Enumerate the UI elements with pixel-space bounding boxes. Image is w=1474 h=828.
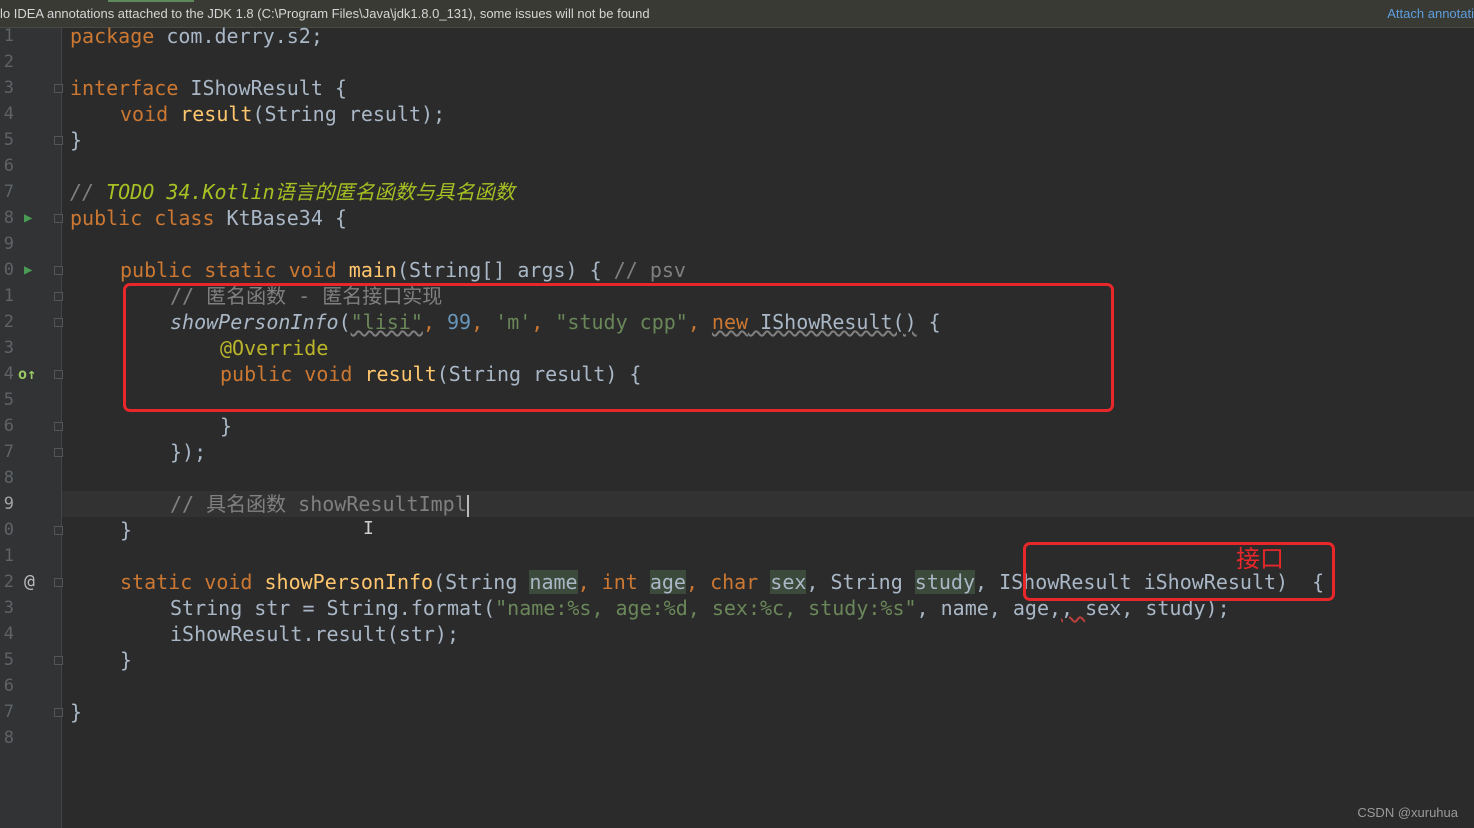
override-icon[interactable]: o↑ [18,361,36,387]
code-line-17: }); [170,440,207,464]
code-line-16: } [220,414,233,438]
line-number: 8 [3,728,14,748]
code-line-5: } [70,128,83,152]
code-editor[interactable]: package com.derry.s2; interface IShowRes… [62,24,1474,828]
editor-gutter[interactable]: 1 2 3 4 5 6 7 8 9 0 1 2 3 4 5 6 7 8 9 0 … [0,26,63,828]
code-line-25: } [120,648,133,672]
line-number: 5 [3,390,14,410]
code-line-1: package com.derry.s2; [70,24,323,48]
line-number: 0 [3,520,14,540]
at-icon[interactable]: @ [24,569,35,595]
line-number: 7 [3,702,14,722]
run-icon[interactable]: ▶ [24,257,32,283]
interface-label: 接口 [1236,545,1284,573]
anonymous-impl-highlight-box [123,283,1114,412]
line-number: 4 [3,364,14,384]
line-number: 3 [3,78,14,98]
code-line-3: interface IShowResult { [70,76,347,100]
line-number: 5 [3,130,14,150]
line-number: 1 [3,286,14,306]
code-line-8: public class KtBase34 { [70,206,347,230]
line-number: 7 [3,182,14,202]
text-caret [466,494,469,517]
line-number: 2 [3,312,14,332]
line-number: 4 [3,624,14,644]
line-number: 2 [3,572,14,592]
line-number: 6 [3,156,14,176]
code-line-10: public static void main(String[] args) {… [120,258,686,282]
line-number: 8 [3,468,14,488]
attach-annotations-link[interactable]: Attach annotati [1387,0,1474,27]
line-number: 7 [3,442,14,462]
ide-window: lo IDEA annotations attached to the JDK … [0,0,1474,828]
text-cursor-icon: I [363,518,374,539]
line-number: 8 [3,208,14,228]
code-line-19: // 具名函数 showResultImpl [170,492,469,517]
line-number: 3 [3,338,14,358]
line-number-current: 9 [3,494,14,514]
line-number: 2 [3,52,14,72]
code-line-4: void result(String result); [120,102,446,126]
line-number: 1 [3,546,14,566]
line-number: 9 [3,234,14,254]
code-line-20: } [120,518,133,542]
tab-indicator [108,0,194,2]
interface-param-highlight-box [1023,542,1335,601]
code-line-24: iShowResult.result(str); [170,622,459,646]
code-line-7-todo: // TODO 34.Kotlin语言的匿名函数与具名函数 [70,180,515,204]
code-line-27: } [70,700,83,724]
line-number: 1 [3,26,14,46]
run-icon[interactable]: ▶ [24,205,32,231]
line-number: 6 [3,676,14,696]
line-number: 0 [3,260,14,280]
line-number: 3 [3,598,14,618]
line-number: 4 [3,104,14,124]
watermark: CSDN @xuruhua [1357,805,1458,820]
line-number: 5 [3,650,14,670]
line-number: 6 [3,416,14,436]
